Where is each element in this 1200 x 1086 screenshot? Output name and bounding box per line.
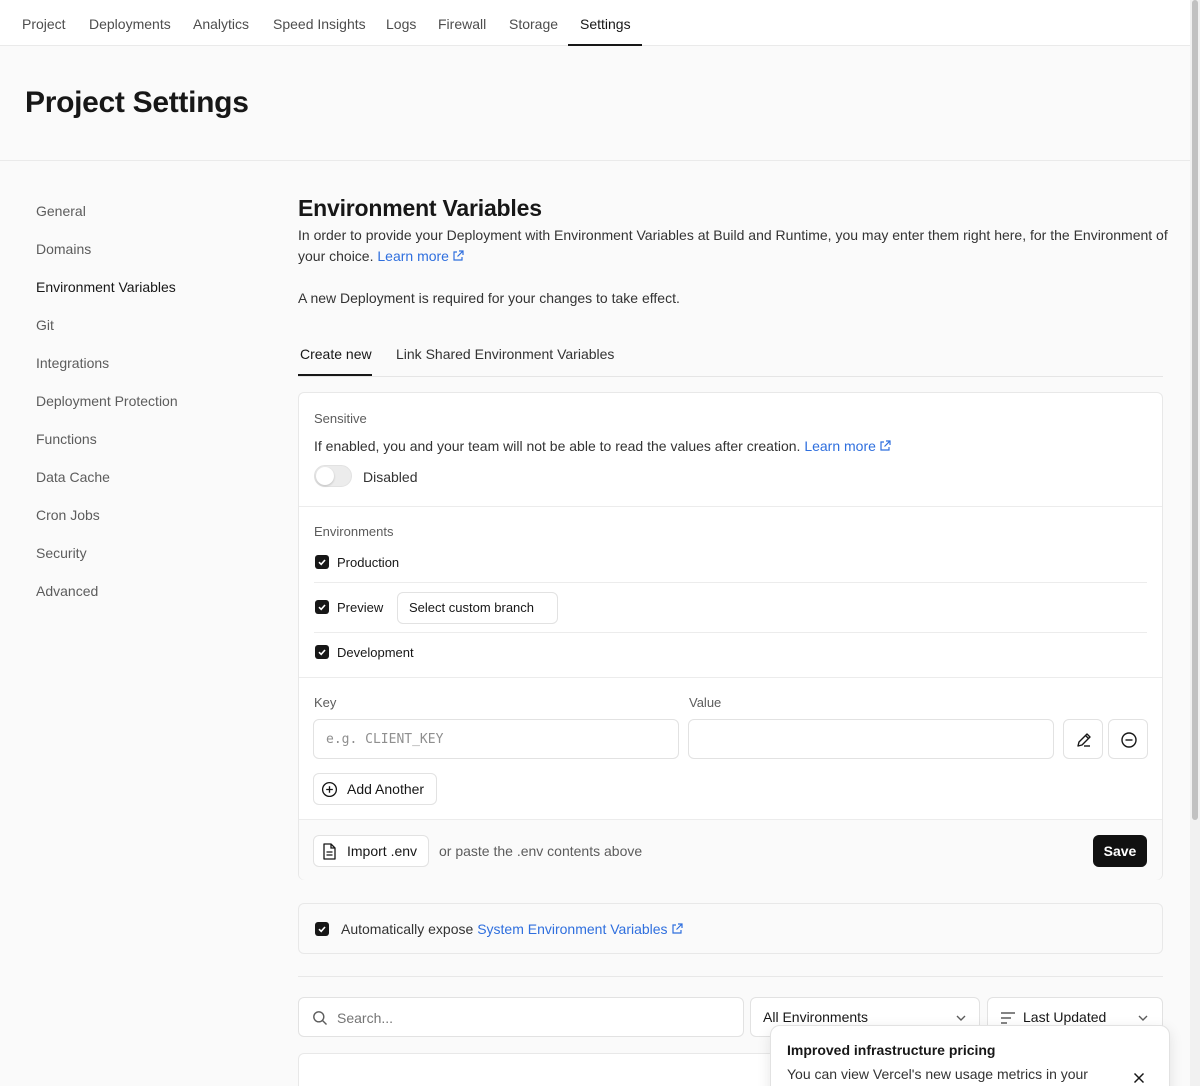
check-icon: [318, 559, 326, 566]
tab-create-new[interactable]: Create new: [300, 346, 372, 362]
system-env-vars-checkbox[interactable]: [315, 922, 329, 936]
file-icon: [323, 843, 336, 860]
learn-more-label: Learn more: [377, 248, 449, 264]
nav-tab-project[interactable]: Project: [22, 0, 66, 46]
sort-select-value: Last Updated: [1023, 1009, 1107, 1025]
development-label: Development: [337, 645, 414, 660]
external-link-icon: [453, 250, 464, 261]
env-subtabs: Create new Link Shared Environment Varia…: [298, 340, 1163, 377]
nav-tab-deployments[interactable]: Deployments: [89, 0, 171, 46]
create-env-form: Sensitive If enabled, you and your team …: [298, 392, 1163, 880]
sidebar-item-domains[interactable]: Domains: [36, 241, 91, 257]
form-footer: Import .env or paste the .env contents a…: [299, 819, 1162, 880]
chevron-down-icon: [956, 1015, 966, 1021]
nav-tab-firewall[interactable]: Firewall: [438, 0, 486, 46]
top-nav: Project Deployments Analytics Speed Insi…: [0, 0, 1190, 46]
nav-tab-settings[interactable]: Settings: [580, 0, 631, 46]
env-divider: [314, 632, 1147, 633]
section-description: In order to provide your Deployment with…: [298, 225, 1168, 267]
sidebar-item-git[interactable]: Git: [36, 317, 54, 333]
close-icon[interactable]: [1131, 1070, 1147, 1086]
sensitive-state: Disabled: [363, 469, 418, 485]
pencil-icon: [1077, 733, 1091, 747]
value-input[interactable]: [688, 719, 1054, 759]
list-divider: [298, 976, 1163, 977]
production-label: Production: [337, 555, 400, 570]
import-hint: or paste the .env contents above: [439, 843, 643, 859]
import-env-label: Import .env: [347, 843, 418, 859]
check-icon: [318, 926, 326, 933]
nav-tab-storage[interactable]: Storage: [509, 0, 558, 46]
environment-select-value: All Environments: [763, 1009, 869, 1025]
sensitive-learn-more-label: Learn more: [804, 438, 876, 454]
sensitive-text: If enabled, you and your team will not b…: [314, 438, 801, 454]
preview-checkbox[interactable]: [315, 600, 329, 614]
remove-row-button[interactable]: [1108, 719, 1148, 759]
scrollbar-thumb[interactable]: [1192, 0, 1198, 820]
sensitive-learn-more-link[interactable]: Learn more: [804, 438, 891, 454]
toggle-knob: [316, 467, 334, 485]
system-env-vars-text: Automatically expose System Environment …: [341, 921, 683, 937]
sidebar-item-advanced[interactable]: Advanced: [36, 583, 98, 599]
sensitive-toggle[interactable]: [314, 465, 352, 487]
sidebar-item-functions[interactable]: Functions: [36, 431, 97, 447]
toast-title: Improved infrastructure pricing: [787, 1042, 996, 1058]
pricing-toast: Improved infrastructure pricing You can …: [770, 1025, 1170, 1086]
chevron-down-icon: [1138, 1015, 1148, 1021]
development-checkbox[interactable]: [315, 645, 329, 659]
system-env-vars-prefix: Automatically expose: [341, 921, 474, 937]
minus-circle-icon: [1121, 732, 1137, 748]
sidebar-item-general[interactable]: General: [36, 203, 86, 219]
nav-tab-analytics[interactable]: Analytics: [193, 0, 249, 46]
external-link-icon: [880, 440, 891, 451]
section-divider: [299, 677, 1162, 678]
sidebar-item-security[interactable]: Security: [36, 545, 87, 561]
learn-more-link[interactable]: Learn more: [377, 248, 464, 264]
page-scrollbar[interactable]: [1190, 0, 1200, 1086]
env-divider: [314, 582, 1147, 583]
sidebar-item-integrations[interactable]: Integrations: [36, 355, 109, 371]
environments-label: Environments: [314, 524, 394, 539]
search-input[interactable]: [337, 1006, 727, 1030]
search-icon: [313, 1011, 327, 1025]
section-title: Environment Variables: [298, 195, 542, 221]
production-checkbox[interactable]: [315, 555, 329, 569]
import-env-button[interactable]: Import .env: [313, 835, 429, 867]
external-link-icon: [671, 923, 683, 934]
add-another-button[interactable]: Add Another: [313, 773, 437, 805]
check-icon: [318, 649, 326, 656]
key-input[interactable]: [313, 719, 679, 759]
plus-circle-icon: [321, 781, 338, 798]
add-another-label: Add Another: [347, 781, 425, 797]
section-divider: [299, 506, 1162, 507]
edit-value-button[interactable]: [1063, 719, 1103, 759]
select-custom-branch-button[interactable]: Select custom branch: [397, 592, 558, 624]
sensitive-description: If enabled, you and your team will not b…: [314, 438, 891, 454]
nav-tab-speed-insights[interactable]: Speed Insights: [273, 0, 366, 46]
system-env-vars-card: Automatically expose System Environment …: [298, 903, 1163, 954]
sidebar-item-data-cache[interactable]: Data Cache: [36, 469, 110, 485]
page-title: Project Settings: [25, 86, 249, 119]
key-label: Key: [314, 695, 337, 710]
nav-tab-logs[interactable]: Logs: [386, 0, 416, 46]
system-env-vars-link-label: System Environment Variables: [477, 921, 668, 937]
save-button[interactable]: Save: [1093, 835, 1147, 867]
system-env-vars-link[interactable]: System Environment Variables: [477, 921, 683, 937]
value-label: Value: [689, 695, 722, 710]
sort-icon: [1001, 1012, 1015, 1024]
sidebar-item-cron-jobs[interactable]: Cron Jobs: [36, 507, 100, 523]
tab-link-shared[interactable]: Link Shared Environment Variables: [396, 346, 614, 362]
check-icon: [318, 604, 326, 611]
page-header: Project Settings: [0, 46, 1190, 161]
sidebar-item-deployment-protection[interactable]: Deployment Protection: [36, 393, 178, 409]
sensitive-label: Sensitive: [314, 411, 367, 426]
env-search[interactable]: [298, 997, 744, 1037]
deployment-note: A new Deployment is required for your ch…: [298, 290, 680, 306]
preview-label: Preview: [337, 600, 384, 615]
toast-body: You can view Vercel's new usage metrics …: [787, 1066, 1088, 1082]
subtab-indicator: [298, 374, 372, 376]
sidebar-item-environment-variables[interactable]: Environment Variables: [36, 279, 176, 295]
